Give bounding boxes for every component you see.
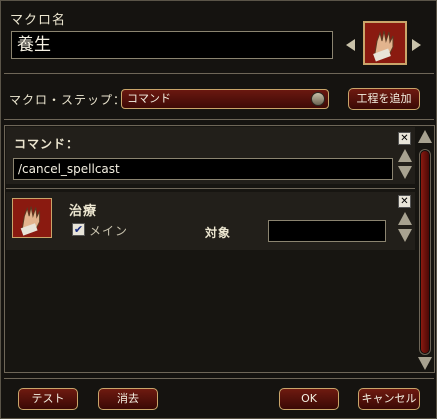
scroll-up-button[interactable]: [418, 130, 432, 144]
macro-step-dropdown-value: コマンド: [127, 92, 171, 105]
icon-prev-arrow[interactable]: [346, 39, 355, 51]
command-label: コマンド：: [14, 137, 80, 151]
command-remove-button[interactable]: ✕: [398, 132, 411, 145]
macro-editor-window: マクロ名 養生 マクロ・ステップ： コマンド 工程を追加 コマンド： /canc…: [0, 0, 437, 419]
ok-button[interactable]: OK: [279, 388, 339, 410]
scrollbar-thumb[interactable]: [421, 151, 429, 353]
macro-step-label: マクロ・ステップ：: [9, 93, 117, 107]
ability-icon: [12, 198, 52, 238]
command-move-down-button[interactable]: [398, 166, 412, 180]
macro-step-dropdown[interactable]: コマンド: [121, 89, 329, 109]
macro-name-label: マクロ名: [10, 13, 67, 28]
steps-list-panel: コマンド： /cancel_spellcast ✕ 治療 対象 ✕: [4, 125, 435, 373]
hand-spell-icon: [365, 23, 405, 63]
icon-next-arrow[interactable]: [412, 39, 421, 51]
step-divider: [4, 119, 434, 120]
command-input[interactable]: /cancel_spellcast: [13, 158, 393, 180]
clear-button[interactable]: 消去: [98, 388, 158, 410]
cancel-button[interactable]: キャンセル: [358, 388, 420, 410]
ability-remove-button[interactable]: ✕: [398, 195, 411, 208]
ability-step: 治療 対象: [6, 192, 415, 250]
main-hand-label: メイン: [89, 224, 129, 238]
command-step: コマンド： /cancel_spellcast: [6, 127, 415, 184]
hand-spell-icon: [13, 199, 51, 237]
add-step-button[interactable]: 工程を追加: [348, 88, 420, 110]
command-move-up-button[interactable]: [398, 149, 412, 163]
macro-icon-button[interactable]: [363, 21, 407, 65]
ability-name: 治療: [69, 204, 98, 219]
ability-move-up-button[interactable]: [398, 212, 412, 226]
scrollbar-track[interactable]: [419, 149, 431, 355]
macro-name-input[interactable]: 養生: [11, 31, 333, 59]
test-button[interactable]: テスト: [18, 388, 78, 410]
target-input[interactable]: [268, 220, 386, 242]
header-divider: [4, 73, 434, 74]
ability-move-down-button[interactable]: [398, 229, 412, 243]
footer-divider: [4, 378, 434, 379]
step-separator: [6, 188, 415, 189]
target-label: 対象: [205, 226, 232, 240]
chevron-down-icon: [311, 92, 325, 106]
main-hand-checkbox[interactable]: ✔: [72, 223, 85, 236]
scroll-down-button[interactable]: [418, 357, 432, 371]
